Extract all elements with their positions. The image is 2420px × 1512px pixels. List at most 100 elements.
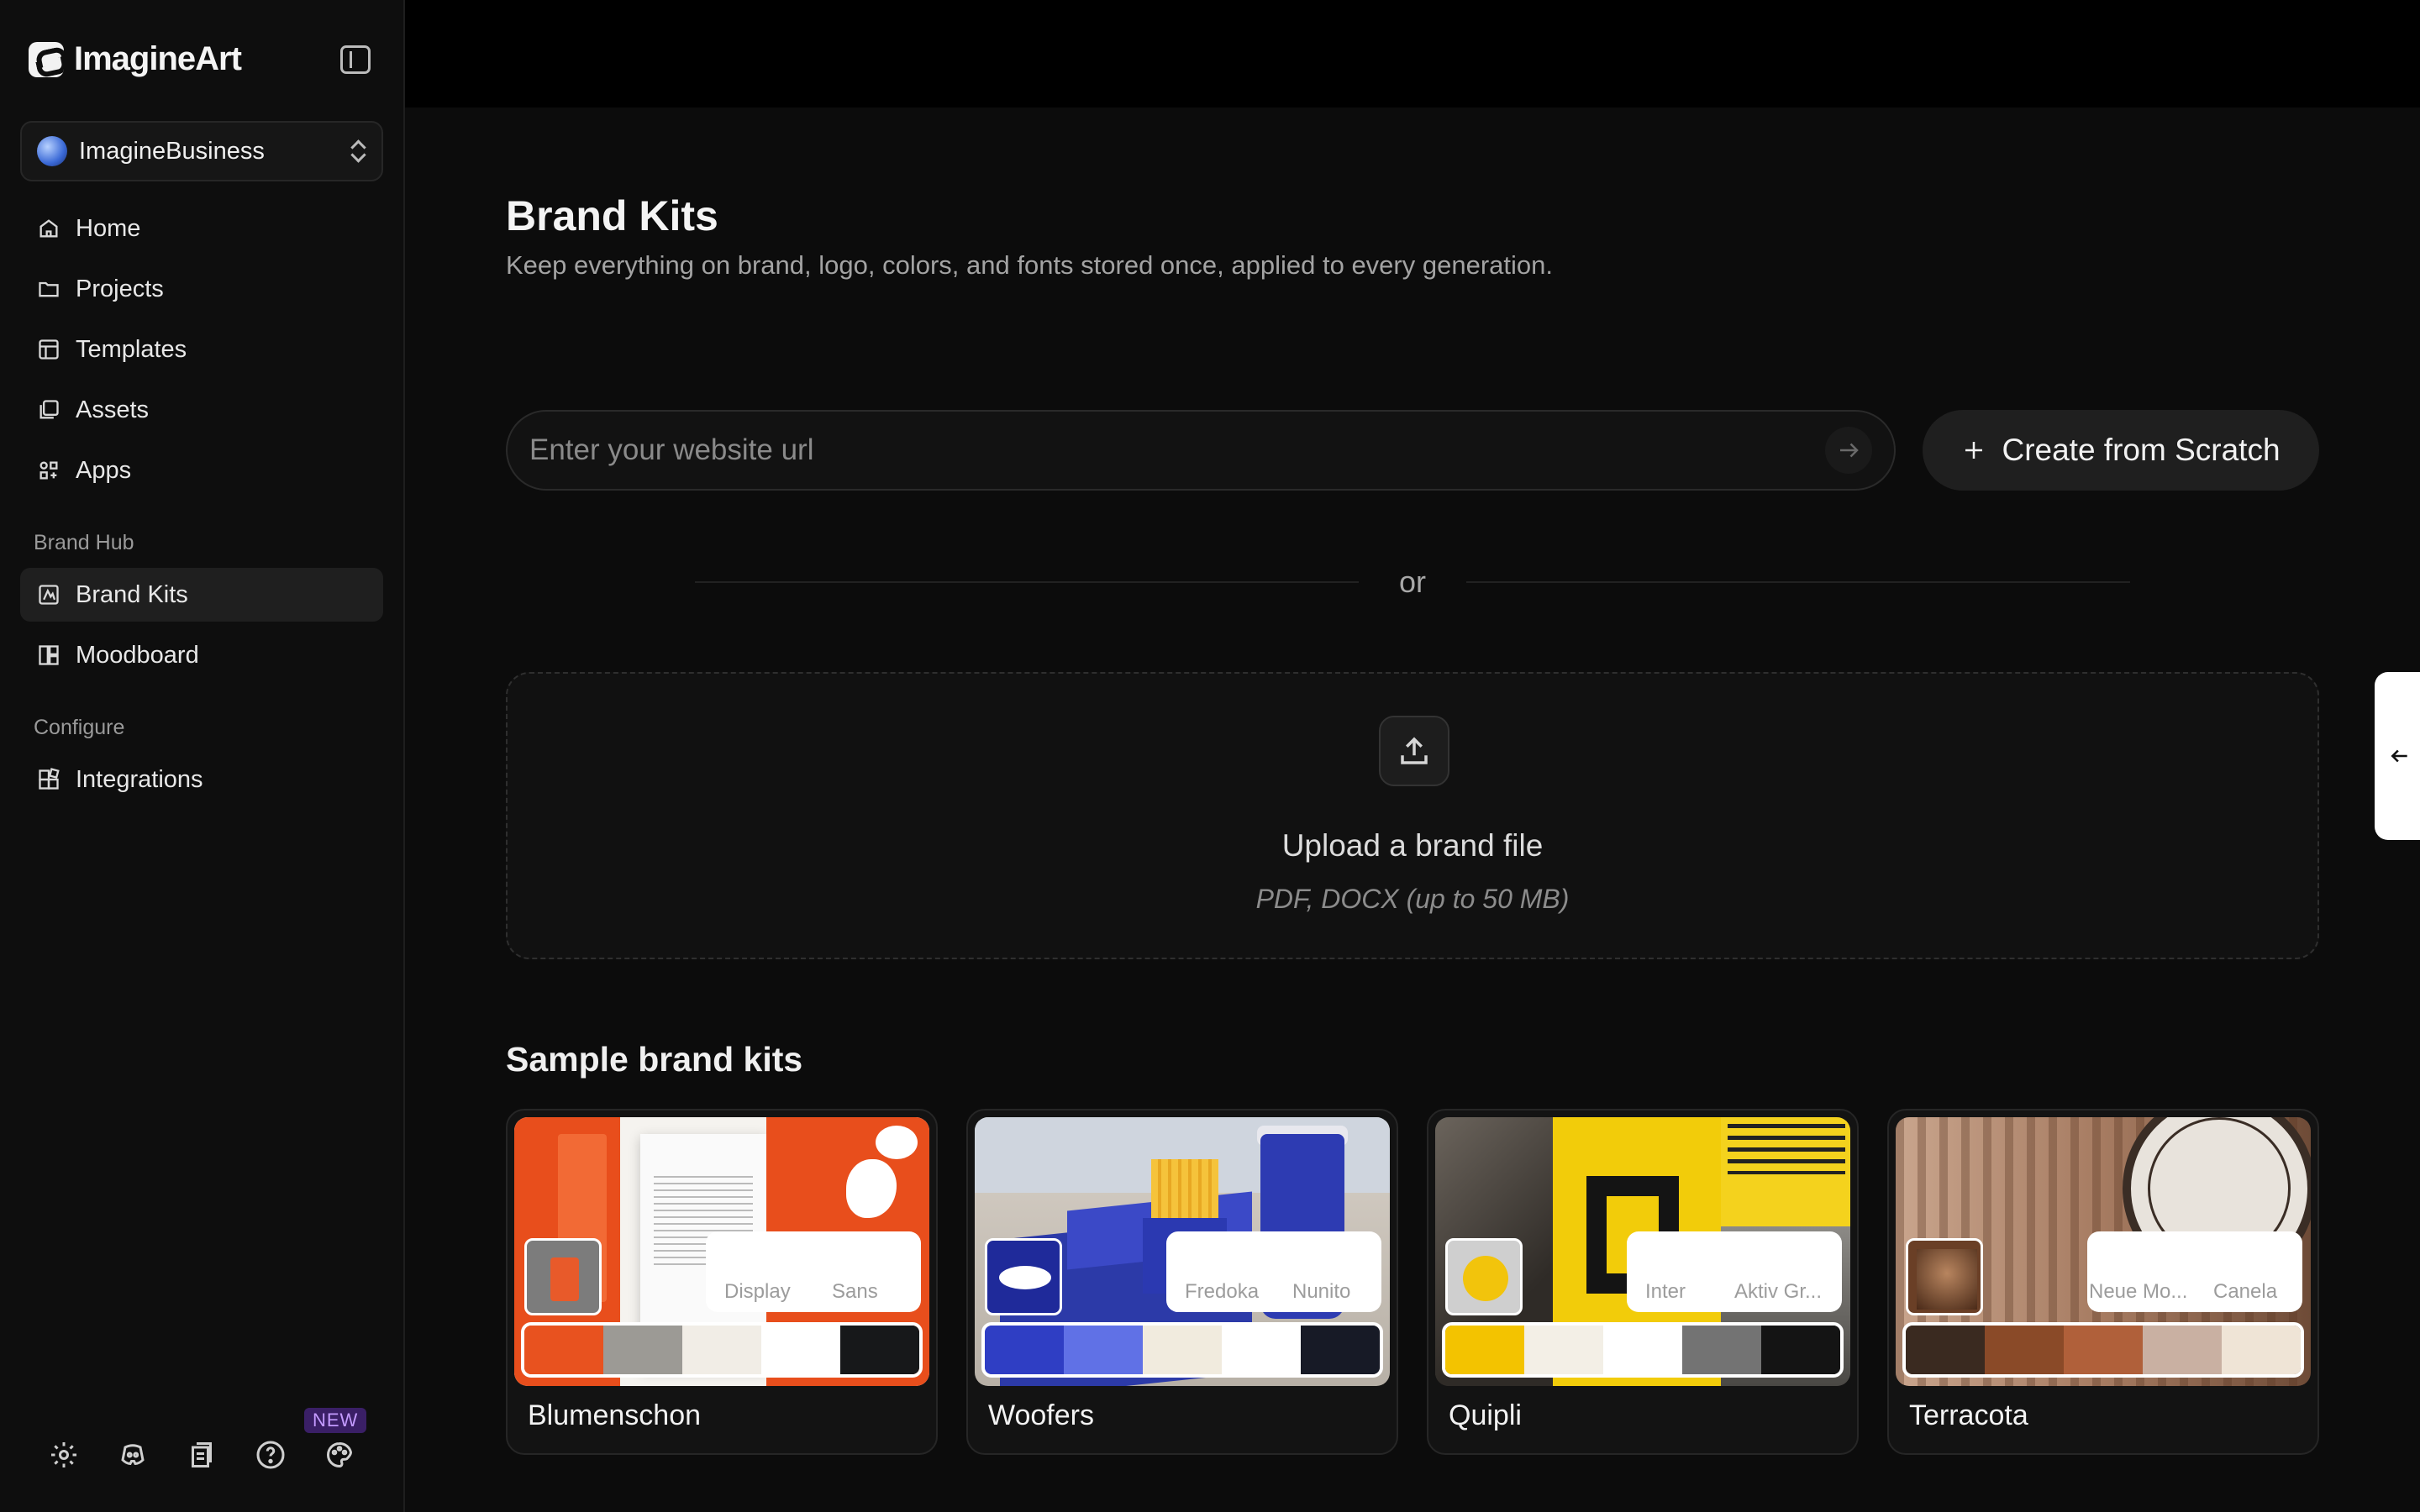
top-bar bbox=[405, 0, 2420, 108]
brand-logo-thumbnail bbox=[985, 1238, 1062, 1315]
color-swatch bbox=[2143, 1326, 2222, 1374]
brand-logo-thumbnail bbox=[1906, 1238, 1983, 1315]
sample-brand-kits-list: Display Sans Blumenschon Fredoka Nunito … bbox=[506, 1109, 2319, 1455]
arrow-left-icon bbox=[2391, 749, 2407, 763]
templates-icon bbox=[37, 338, 60, 361]
sidebar-collapse-icon[interactable] bbox=[340, 45, 371, 74]
color-swatch bbox=[682, 1326, 761, 1374]
color-swatch bbox=[1524, 1326, 1603, 1374]
sidebar-item-label: Integrations bbox=[76, 765, 203, 793]
workspace-switcher[interactable]: ImagineBusiness bbox=[20, 121, 383, 181]
upload-note: PDF, DOCX (up to 50 MB) bbox=[1255, 884, 1570, 914]
app-logo[interactable]: ImagineArt bbox=[29, 40, 242, 78]
apps-icon bbox=[37, 459, 60, 482]
color-swatch bbox=[1682, 1326, 1761, 1374]
divider-line bbox=[694, 581, 1359, 583]
divider-line bbox=[1466, 581, 2130, 583]
assets-icon bbox=[37, 398, 60, 422]
brand-kit-name: Woofers bbox=[988, 1399, 1094, 1431]
sidebar-footer bbox=[49, 1440, 355, 1470]
sidebar-item-integrations[interactable]: Integrations bbox=[20, 753, 383, 806]
sidebar-item-brand-kits[interactable]: Brand Kits bbox=[20, 568, 383, 622]
help-icon[interactable] bbox=[255, 1440, 286, 1470]
color-swatch bbox=[1761, 1326, 1840, 1374]
sample-brand-kits-title: Sample brand kits bbox=[506, 1040, 803, 1079]
color-swatch bbox=[1064, 1326, 1143, 1374]
font-name: Fredoka bbox=[1185, 1280, 1260, 1303]
color-swatch bbox=[985, 1326, 1064, 1374]
color-swatch bbox=[2222, 1326, 2301, 1374]
configure-section-label: Configure bbox=[34, 716, 125, 739]
brand-kit-preview-image: Inter Aktiv Gr... bbox=[1435, 1117, 1850, 1386]
sidebar-item-label: Templates bbox=[76, 335, 187, 363]
submit-url-button[interactable] bbox=[1825, 427, 1872, 474]
color-swatch bbox=[1906, 1326, 1985, 1374]
integrations-icon bbox=[37, 768, 60, 791]
color-swatches bbox=[521, 1322, 923, 1378]
settings-icon[interactable] bbox=[49, 1440, 79, 1470]
brand-kit-card-blumenschon[interactable]: Display Sans Blumenschon bbox=[506, 1109, 938, 1455]
sidebar-item-label: Brand Kits bbox=[76, 580, 188, 608]
brand-kit-card-quipli[interactable]: Inter Aktiv Gr... Quipli bbox=[1427, 1109, 1859, 1455]
sidebar-item-assets[interactable]: Assets bbox=[20, 383, 383, 437]
color-swatches bbox=[1442, 1322, 1844, 1378]
brand-kit-name: Blumenschon bbox=[528, 1399, 702, 1431]
chevron-up-down-icon bbox=[350, 139, 366, 164]
brand-kit-preview-image: Neue Mo... Canela bbox=[1896, 1117, 2311, 1386]
main-nav: Home Projects Templates Assets Apps bbox=[20, 202, 383, 504]
brand-hub-section-label: Brand Hub bbox=[34, 531, 134, 554]
side-panel-toggle[interactable] bbox=[2375, 672, 2420, 840]
sidebar-item-moodboard[interactable]: Moodboard bbox=[20, 628, 383, 682]
upload-title: Upload a brand file bbox=[1281, 828, 1544, 863]
color-swatches bbox=[981, 1322, 1383, 1378]
brand-kit-name: Quipli bbox=[1449, 1399, 1522, 1431]
plus-icon bbox=[1965, 442, 1983, 459]
font-name: Canela bbox=[2213, 1280, 2278, 1303]
font-name: Inter bbox=[1645, 1280, 1686, 1303]
sidebar-item-label: Home bbox=[76, 214, 141, 242]
sidebar-item-home[interactable]: Home bbox=[20, 202, 383, 255]
website-url-input[interactable] bbox=[529, 433, 1825, 467]
website-url-field[interactable] bbox=[506, 410, 1896, 491]
sidebar-item-templates[interactable]: Templates bbox=[20, 323, 383, 376]
workspace-avatar bbox=[37, 136, 67, 166]
font-name: Aktiv Gr... bbox=[1734, 1280, 1823, 1303]
sidebar-item-apps[interactable]: Apps bbox=[20, 444, 383, 497]
brand-hub-nav: Brand Kits Moodboard bbox=[20, 568, 383, 689]
home-icon bbox=[37, 217, 60, 240]
page-subtitle: Keep everything on brand, logo, colors, … bbox=[506, 250, 1553, 280]
create-from-scratch-label: Create from Scratch bbox=[2002, 433, 2281, 467]
or-divider: or bbox=[506, 561, 2319, 603]
color-swatch bbox=[761, 1326, 840, 1374]
font-name: Display bbox=[724, 1280, 791, 1303]
brand-file-dropzone[interactable]: Upload a brand file PDF, DOCX (up to 50 … bbox=[506, 672, 2319, 959]
palette-icon[interactable] bbox=[324, 1440, 355, 1470]
color-swatch bbox=[1603, 1326, 1682, 1374]
sidebar-item-label: Apps bbox=[76, 456, 132, 484]
font-name: Neue Mo... bbox=[2089, 1280, 2188, 1303]
moodboard-icon bbox=[37, 643, 60, 667]
docs-icon[interactable] bbox=[187, 1440, 217, 1470]
new-badge: NEW bbox=[304, 1408, 367, 1433]
brand-fonts: Display Sans bbox=[706, 1231, 921, 1312]
sidebar-item-label: Projects bbox=[76, 275, 164, 302]
color-swatches bbox=[1902, 1322, 2304, 1378]
font-name: Nunito bbox=[1292, 1280, 1351, 1303]
color-swatch bbox=[1445, 1326, 1524, 1374]
sidebar-item-projects[interactable]: Projects bbox=[20, 262, 383, 316]
color-swatch bbox=[603, 1326, 682, 1374]
app-name: ImagineArt bbox=[74, 40, 242, 77]
main-content: Brand Kits Keep everything on brand, log… bbox=[405, 108, 2420, 1512]
create-from-scratch-button[interactable]: Create from Scratch bbox=[1923, 410, 2319, 491]
page-title: Brand Kits bbox=[506, 192, 718, 239]
brand-fonts: Inter Aktiv Gr... bbox=[1627, 1231, 1842, 1312]
brand-kit-preview-image: Fredoka Nunito bbox=[975, 1117, 1390, 1386]
workspace-name: ImagineBusiness bbox=[79, 137, 265, 165]
arrow-right-icon bbox=[1840, 443, 1859, 458]
sidebar: ImagineArt ImagineBusiness Home Projects… bbox=[0, 0, 405, 1512]
brand-kit-card-woofers[interactable]: Fredoka Nunito Woofers bbox=[966, 1109, 1398, 1455]
configure-nav: Integrations bbox=[20, 753, 383, 813]
or-text: or bbox=[1398, 564, 1426, 599]
brand-kit-card-terracota[interactable]: Neue Mo... Canela Terracota bbox=[1887, 1109, 2319, 1455]
discord-icon[interactable] bbox=[118, 1440, 148, 1470]
